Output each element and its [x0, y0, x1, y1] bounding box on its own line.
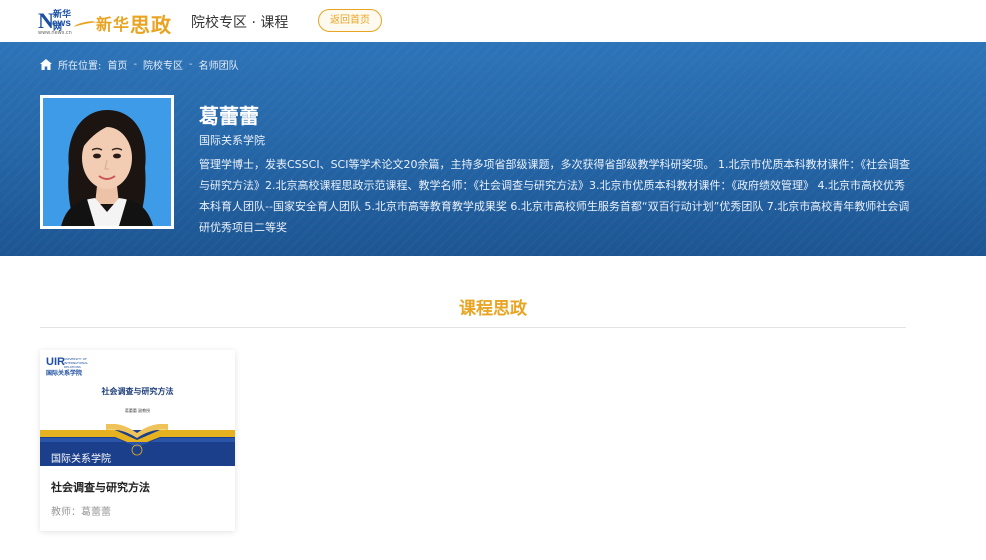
home-icon [40, 59, 52, 70]
cover-course-title: 社会调查与研究方法 [101, 387, 174, 396]
course-teacher: 教师：葛蕾蕾 [51, 507, 111, 518]
teacher-portrait-image [43, 98, 171, 226]
teacher-name: 葛蕾蕾 [199, 104, 259, 128]
breadcrumb-item-schools[interactable]: 院校专区 [143, 57, 183, 72]
logo-news-rest: ews [52, 18, 71, 29]
section-divider [40, 327, 906, 328]
logo-url: www.news.cn [38, 30, 72, 36]
course-cover-image: UIR UNIVERSITY OF INTERNATIONAL RELATION… [40, 350, 235, 466]
page-nav-title: 院校专区 · 课程 [191, 15, 289, 31]
section-title: 课程思政 [459, 299, 527, 319]
breadcrumb-prefix: 所在位置: [58, 61, 102, 72]
breadcrumb-item-teachers[interactable]: 名师团队 [199, 57, 239, 72]
university-logo: UIR UNIVERSITY OF INTERNATIONAL RELATION… [46, 356, 94, 377]
logo-name-plain: 新华 [96, 15, 131, 34]
cover-school-label: 国际关系学院 [51, 454, 111, 465]
course-title[interactable]: 社会调查与研究方法 [51, 479, 150, 495]
xinhua-news-logo-icon: N 新华网 ews www.news.cn [38, 6, 78, 36]
logo-name-brush: 思政 [130, 13, 173, 37]
top-header: N 新华网 ews www.news.cn 新华思政 院校专区 · 课程 返回首… [0, 0, 986, 42]
breadcrumb: 所在位置: 首页 - 院校专区 - 名师团队 [40, 57, 239, 72]
teacher-banner: 所在位置: 首页 - 院校专区 - 名师团队 葛蕾蕾 国际关系学院 管理学博士，… [0, 42, 986, 256]
cover-authors: 葛蕾蕾 副教授 [124, 408, 151, 413]
teacher-avatar [40, 95, 174, 229]
breadcrumb-item-home[interactable]: 首页 [107, 57, 127, 72]
course-card[interactable]: UIR UNIVERSITY OF INTERNATIONAL RELATION… [40, 350, 235, 531]
back-to-home-button[interactable]: 返回首页 [318, 9, 382, 32]
breadcrumb-separator: - [188, 59, 193, 70]
cover-logo-cn: 国际关系学院 [46, 370, 83, 377]
teacher-bio: 管理学博士，发表CSSCI、SCI等学术论文20余篇，主持多项省部级课题，多次获… [199, 158, 910, 234]
logo-wordmark: 新华思政 [96, 9, 172, 38]
teacher-department: 国际关系学院 [199, 134, 265, 147]
xinhua-sizheng-logo[interactable]: N 新华网 ews www.news.cn 新华思政 [38, 6, 171, 37]
cover-logo-abbr: UIR [46, 356, 65, 368]
breadcrumb-separator: - [133, 59, 137, 70]
